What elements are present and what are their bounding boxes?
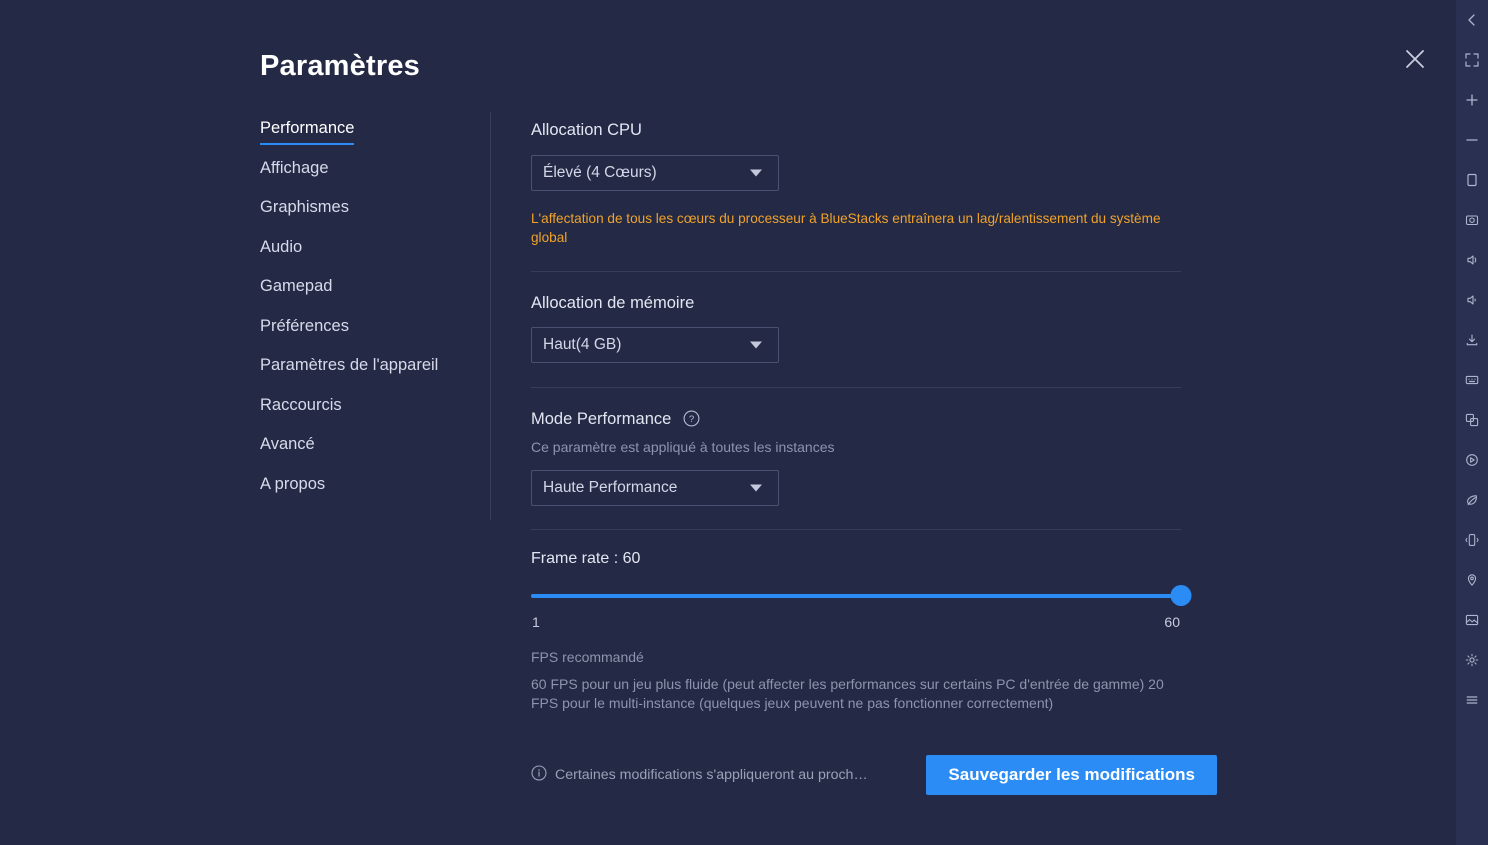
settings-icon[interactable] — [1456, 640, 1488, 680]
close-icon[interactable] — [1396, 40, 1434, 78]
slider-fill — [531, 593, 1181, 598]
zoom-in-icon[interactable] — [1456, 80, 1488, 120]
location-icon[interactable] — [1456, 560, 1488, 600]
sidebar-item-a-propos[interactable]: A propos — [260, 475, 325, 493]
frame-rate-slider[interactable] — [531, 584, 1192, 614]
chevron-left-icon[interactable] — [1456, 0, 1488, 40]
screenshot-icon[interactable] — [1456, 200, 1488, 240]
menu-icon[interactable] — [1456, 680, 1488, 720]
fps-recommended-body: 60 FPS pour un jeu plus fluide (peut aff… — [531, 675, 1164, 711]
svg-text:?: ? — [689, 414, 694, 425]
volume-up-icon[interactable] — [1456, 240, 1488, 280]
chevron-down-icon — [750, 169, 762, 176]
sidebar-item-parametres-appareil[interactable]: Paramètres de l'appareil — [260, 357, 438, 374]
fps-recommended-heading: FPS recommandé — [531, 648, 644, 665]
performance-mode-select[interactable]: Haute Performance — [531, 469, 779, 506]
footer-note: Certaines modifications s'appliqueront a… — [531, 765, 868, 785]
side-toolbar — [1456, 0, 1488, 845]
sidebar-item-preferences[interactable]: Préférences — [260, 317, 349, 335]
slider-thumb[interactable] — [1170, 584, 1192, 606]
memory-allocation-value: Haut(4 GB) — [543, 336, 622, 353]
frame-rate-section: Frame rate : 60 1 60 FPS recommandé 60 F… — [531, 530, 1192, 713]
memory-allocation-section: Allocation de mémoire Haut(4 GB) — [531, 272, 1191, 363]
save-button[interactable]: Sauvegarder les modifications — [926, 755, 1217, 795]
slider-range-labels: 1 60 — [531, 614, 1181, 632]
sidebar-item-avance[interactable]: Avancé — [260, 436, 315, 453]
fullscreen-icon[interactable] — [1456, 40, 1488, 80]
cpu-allocation-warning: L'affectation de tous les cœurs du proce… — [531, 210, 1161, 245]
settings-nav: Performance Affichage Graphismes Audio G… — [260, 120, 475, 515]
performance-mode-value: Haute Performance — [543, 478, 678, 496]
sidebar-item-raccourcis[interactable]: Raccourcis — [260, 396, 342, 414]
install-apk-icon[interactable] — [1456, 320, 1488, 360]
slider-max-label: 60 — [1164, 613, 1180, 630]
sidebar-item-graphismes[interactable]: Graphismes — [260, 199, 349, 216]
dialog-footer: Certaines modifications s'appliqueront a… — [531, 755, 1217, 795]
shake-icon[interactable] — [1456, 520, 1488, 560]
keymapping-icon[interactable] — [1456, 360, 1488, 400]
bluestacks-window: Paramètres Performance Affichage Graphis… — [0, 0, 1488, 845]
frame-rate-label: Frame rate : 60 — [531, 549, 641, 567]
nav-content-divider — [490, 112, 491, 520]
cpu-allocation-value: Élevé (4 Cœurs) — [543, 163, 657, 181]
help-circle-icon[interactable]: ? — [683, 410, 700, 431]
chevron-down-icon — [750, 484, 762, 491]
sidebar-item-audio[interactable]: Audio — [260, 238, 302, 256]
performance-mode-subtitle: Ce paramètre est appliqué à toutes les i… — [531, 438, 835, 455]
performance-mode-label-text: Mode Performance — [531, 410, 672, 428]
media-manager-icon[interactable] — [1456, 600, 1488, 640]
sidebar-item-performance[interactable]: Performance — [260, 120, 355, 145]
slider-min-label: 1 — [532, 613, 540, 630]
sidebar-item-affichage[interactable]: Affichage — [260, 159, 329, 177]
sidebar-item-gamepad[interactable]: Gamepad — [260, 278, 332, 295]
performance-settings-panel: Allocation CPU Élevé (4 Cœurs) L'affecta… — [531, 112, 1192, 713]
footer-note-text: Certaines modifications s'appliqueront a… — [555, 767, 868, 783]
macro-icon[interactable] — [1456, 440, 1488, 480]
memory-allocation-select[interactable]: Haut(4 GB) — [531, 327, 779, 363]
rotate-icon[interactable] — [1456, 160, 1488, 200]
chevron-down-icon — [750, 341, 762, 349]
cpu-allocation-select[interactable]: Élevé (4 Cœurs) — [531, 154, 779, 191]
zoom-out-icon[interactable] — [1456, 120, 1488, 160]
cpu-allocation-section: Allocation CPU Élevé (4 Cœurs) L'affecta… — [531, 112, 1191, 247]
cpu-allocation-label: Allocation CPU — [531, 121, 642, 139]
performance-mode-label: Mode Performance ? — [531, 410, 1191, 431]
performance-mode-section: Mode Performance ? Ce paramètre est appl… — [531, 388, 1191, 506]
eco-mode-icon[interactable] — [1456, 480, 1488, 520]
memory-allocation-label: Allocation de mémoire — [531, 293, 695, 312]
settings-dialog: Paramètres Performance Affichage Graphis… — [0, 0, 1456, 845]
info-circle-icon — [531, 765, 547, 785]
multi-instance-icon[interactable] — [1456, 400, 1488, 440]
page-title: Paramètres — [260, 50, 420, 82]
volume-down-icon[interactable] — [1456, 280, 1488, 320]
